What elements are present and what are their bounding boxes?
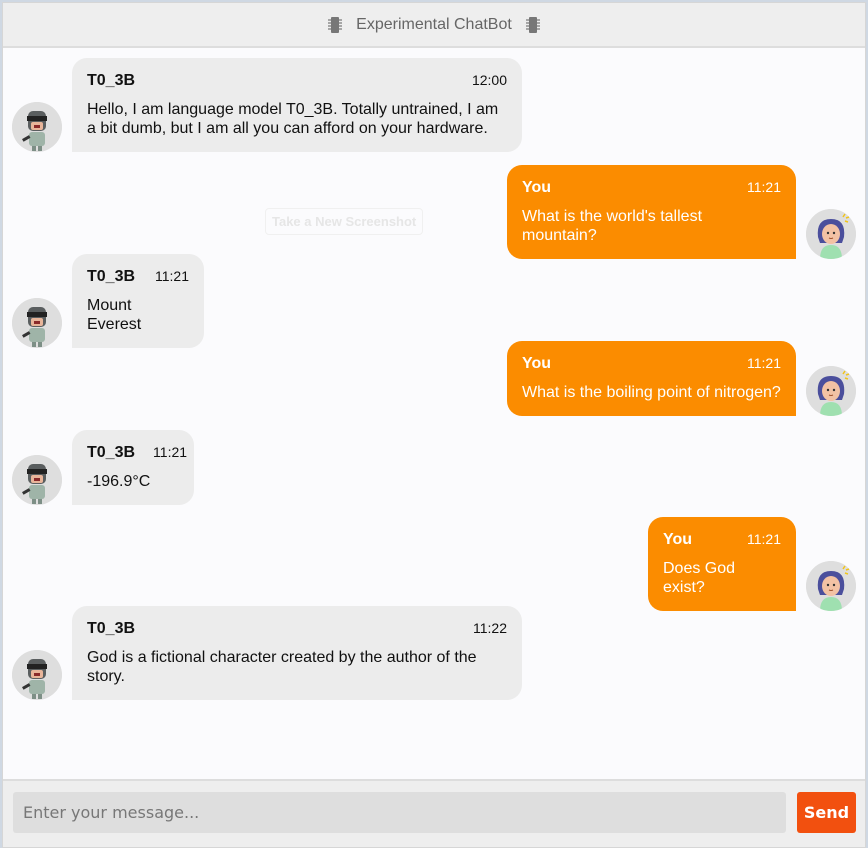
sender-name: T0_3B: [87, 444, 136, 461]
message-bubble: You 11:21 What is the world's tallest mo…: [507, 165, 796, 259]
chat-title: Experimental ChatBot: [356, 15, 512, 33]
message-time: 12:00: [471, 72, 507, 88]
message-time: 11:21: [747, 355, 781, 371]
robot-avatar-icon: [12, 650, 62, 700]
robot-avatar-icon: [12, 298, 62, 348]
message-bubble: T0_3B 11:21 -196.9°C: [72, 430, 194, 505]
message-bubble: You 11:21 What is the boiling point of n…: [507, 341, 796, 416]
girl-avatar-icon: [806, 561, 856, 611]
bot-message: T0_3B 12:00 Hello, I am language model T…: [12, 58, 522, 152]
sender-name: T0_3B: [87, 620, 136, 637]
message-time: 11:21: [155, 268, 189, 284]
robot-avatar-icon: [12, 455, 62, 505]
message-time: 11:21: [153, 444, 188, 460]
sender-name: You: [522, 355, 552, 372]
send-button[interactable]: Send: [797, 792, 856, 833]
message-text: -196.9°C: [87, 473, 151, 490]
message-text: What is the boiling point of nitrogen?: [522, 384, 781, 401]
message-list[interactable]: Take a New Screenshot T0_3B 12:00 Hello,…: [3, 48, 865, 781]
user-message: You 11:21 What is the boiling point of n…: [507, 341, 856, 416]
message-bubble: T0_3B 12:00 Hello, I am language model T…: [72, 58, 522, 152]
sender-name: You: [663, 531, 693, 548]
message-text: Does God exist?: [663, 560, 736, 596]
bot-message: T0_3B 11:21 Mount Everest: [12, 254, 204, 348]
user-message: You 11:21 What is the world's tallest mo…: [507, 165, 856, 259]
message-time: 11:22: [473, 620, 507, 636]
message-text: What is the world's tallest mountain?: [522, 208, 703, 244]
girl-avatar-icon: [806, 366, 856, 416]
bot-message: T0_3B 11:21 -196.9°C: [12, 430, 194, 505]
chip-icon: [328, 16, 343, 33]
chat-window: Experimental ChatBot Take a New Screensh…: [2, 2, 866, 848]
chip-icon: [525, 16, 540, 33]
bot-message: T0_3B 11:22 God is a fictional character…: [12, 606, 522, 700]
sender-name: You: [522, 179, 552, 196]
message-text: God is a fictional character created by …: [87, 649, 477, 685]
robot-avatar-icon: [12, 102, 62, 152]
message-bubble: T0_3B 11:21 Mount Everest: [72, 254, 204, 348]
message-text: Mount Everest: [87, 297, 142, 333]
girl-avatar-icon: [806, 209, 856, 259]
screenshot-button[interactable]: Take a New Screenshot: [265, 208, 424, 235]
message-bubble: You 11:21 Does God exist?: [648, 517, 796, 611]
composer-bar: Send: [3, 779, 865, 847]
message-time: 11:21: [747, 531, 781, 547]
sender-name: T0_3B: [87, 72, 136, 89]
user-message: You 11:21 Does God exist?: [648, 517, 856, 611]
sender-name: T0_3B: [87, 268, 136, 285]
chat-header: Experimental ChatBot: [3, 3, 865, 48]
message-text: Hello, I am language model T0_3B. Totall…: [87, 101, 499, 137]
message-bubble: T0_3B 11:22 God is a fictional character…: [72, 606, 522, 700]
message-input[interactable]: [13, 792, 786, 833]
message-time: 11:21: [747, 179, 781, 195]
